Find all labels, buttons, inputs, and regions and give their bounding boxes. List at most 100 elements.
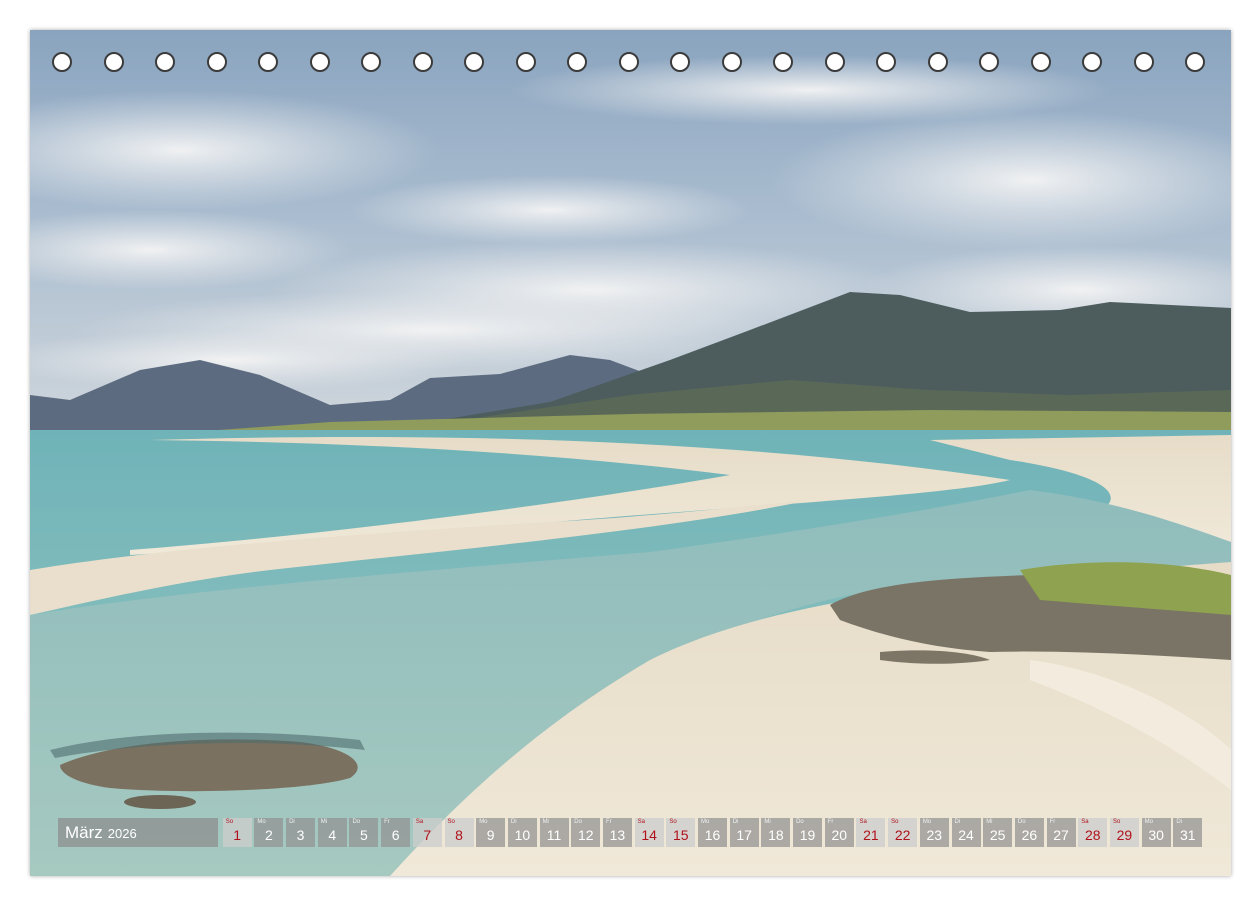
day-cells: So 1 Mo 2 Di 3 Mi 4 Do 5 Fr 6 Sa 7 So 8 Mo 9 Di 10 Mi 11 Do 12 F… — [220, 818, 1203, 847]
binding-hole — [361, 52, 381, 72]
day-cell: Sa 14 — [634, 818, 664, 847]
day-cell: Mi 25 — [983, 818, 1013, 847]
day-number: 2 — [264, 827, 273, 843]
weekday-abbrev: Di — [510, 819, 517, 825]
day-number: 30 — [1148, 827, 1164, 843]
weekday-abbrev: Fr — [1049, 819, 1056, 825]
weekday-abbrev: Fr — [384, 819, 390, 825]
weekday-abbrev: Mo — [257, 819, 266, 825]
weekday-abbrev: Mo — [1144, 819, 1153, 825]
day-cell: So 22 — [888, 818, 918, 847]
binding-hole — [824, 52, 845, 72]
day-number: 29 — [1116, 827, 1133, 843]
day-number: 20 — [831, 827, 848, 843]
weekday-abbrev: So — [225, 819, 234, 825]
day-number: 31 — [1180, 827, 1196, 843]
binding-hole — [1133, 52, 1154, 72]
binding-hole — [206, 52, 227, 72]
month-year: 2026 — [107, 826, 137, 841]
weekday-abbrev: Di — [289, 819, 295, 825]
day-number: 16 — [704, 827, 721, 843]
day-number: 11 — [546, 827, 562, 843]
weekday-abbrev: Do — [574, 819, 582, 825]
day-cell: Do 19 — [793, 818, 823, 847]
day-number: 9 — [486, 827, 495, 843]
weekday-abbrev: So — [891, 819, 899, 825]
binding-hole — [618, 52, 639, 72]
weekday-abbrev: Do — [1017, 819, 1026, 825]
day-cell: Fr 6 — [381, 818, 411, 847]
weekday-abbrev: Sa — [1081, 819, 1089, 825]
weekday-abbrev: Sa — [859, 819, 867, 825]
weekday-abbrev: So — [1112, 819, 1121, 825]
ring-binding — [30, 52, 1231, 80]
weekday-abbrev: Mi — [986, 819, 993, 825]
weekday-abbrev: Mo — [922, 819, 932, 825]
day-number: 21 — [863, 827, 879, 843]
day-cell: Fr 13 — [602, 818, 632, 847]
month-label: März 2026 — [58, 818, 218, 847]
weekday-abbrev: Fr — [605, 819, 612, 825]
day-cell: Do 5 — [349, 818, 379, 847]
weekday-abbrev: Di — [732, 819, 739, 825]
weekday-abbrev: Di — [1176, 819, 1182, 825]
binding-hole — [979, 52, 999, 72]
binding-hole — [567, 52, 587, 72]
day-number: 28 — [1084, 827, 1101, 843]
day-cell: So 1 — [222, 818, 252, 847]
day-cell: Di 3 — [286, 818, 316, 847]
weekday-abbrev: Sa — [415, 819, 424, 825]
binding-hole — [515, 52, 536, 72]
weekday-abbrev: Sa — [637, 819, 645, 825]
binding-hole — [155, 52, 175, 72]
day-cell: Mi 11 — [539, 818, 569, 847]
binding-hole — [52, 52, 72, 72]
day-cell: Fr 27 — [1046, 818, 1076, 847]
day-cell: So 15 — [666, 818, 696, 847]
day-cell: So 8 — [444, 818, 474, 847]
day-number: 8 — [455, 827, 463, 843]
binding-hole — [773, 52, 793, 72]
day-number: 13 — [609, 827, 626, 843]
binding-hole — [670, 52, 690, 72]
binding-hole — [721, 52, 742, 72]
binding-hole — [876, 52, 896, 72]
day-cell: Di 10 — [507, 818, 537, 847]
day-number: 17 — [736, 827, 752, 843]
day-cell: Do 12 — [571, 818, 601, 847]
day-number: 27 — [1053, 827, 1069, 843]
day-number: 22 — [894, 827, 911, 843]
day-cell: Mo 9 — [476, 818, 506, 847]
day-cell: Mi 4 — [317, 818, 347, 847]
binding-hole — [464, 52, 484, 72]
weekday-abbrev: So — [447, 819, 455, 825]
day-number: 19 — [799, 827, 816, 843]
weekday-abbrev: Mi — [542, 819, 549, 825]
binding-hole — [412, 52, 433, 72]
day-number: 18 — [768, 827, 784, 843]
binding-hole — [309, 52, 330, 72]
day-number: 25 — [989, 827, 1006, 843]
weekday-abbrev: Mo — [701, 819, 710, 825]
weekday-abbrev: Do — [352, 819, 361, 825]
day-number: 6 — [391, 827, 400, 843]
calendar-strip: März 2026 So 1 Mo 2 Di 3 Mi 4 Do 5 Fr 6 Sa 7 So 8 Mo 9 Di 1… — [58, 818, 1203, 847]
day-number: 24 — [958, 827, 974, 843]
day-number: 10 — [514, 827, 531, 843]
weekday-abbrev: Di — [954, 819, 961, 825]
day-cell: Di 31 — [1173, 818, 1203, 847]
landscape-photo — [30, 30, 1231, 876]
day-cell: Mo 2 — [254, 818, 284, 847]
day-cell: Mi 18 — [761, 818, 791, 847]
day-cell: Mo 30 — [1141, 818, 1171, 847]
day-number: 14 — [641, 827, 657, 843]
day-cell: Sa 21 — [856, 818, 886, 847]
binding-hole — [1082, 52, 1102, 72]
day-cell: Di 24 — [951, 818, 981, 847]
binding-hole — [927, 52, 948, 72]
month-name: März — [65, 822, 103, 842]
day-number: 4 — [328, 827, 337, 843]
day-cell: Sa 7 — [412, 818, 442, 847]
weekday-abbrev: Do — [796, 819, 804, 825]
day-number: 12 — [577, 827, 594, 843]
